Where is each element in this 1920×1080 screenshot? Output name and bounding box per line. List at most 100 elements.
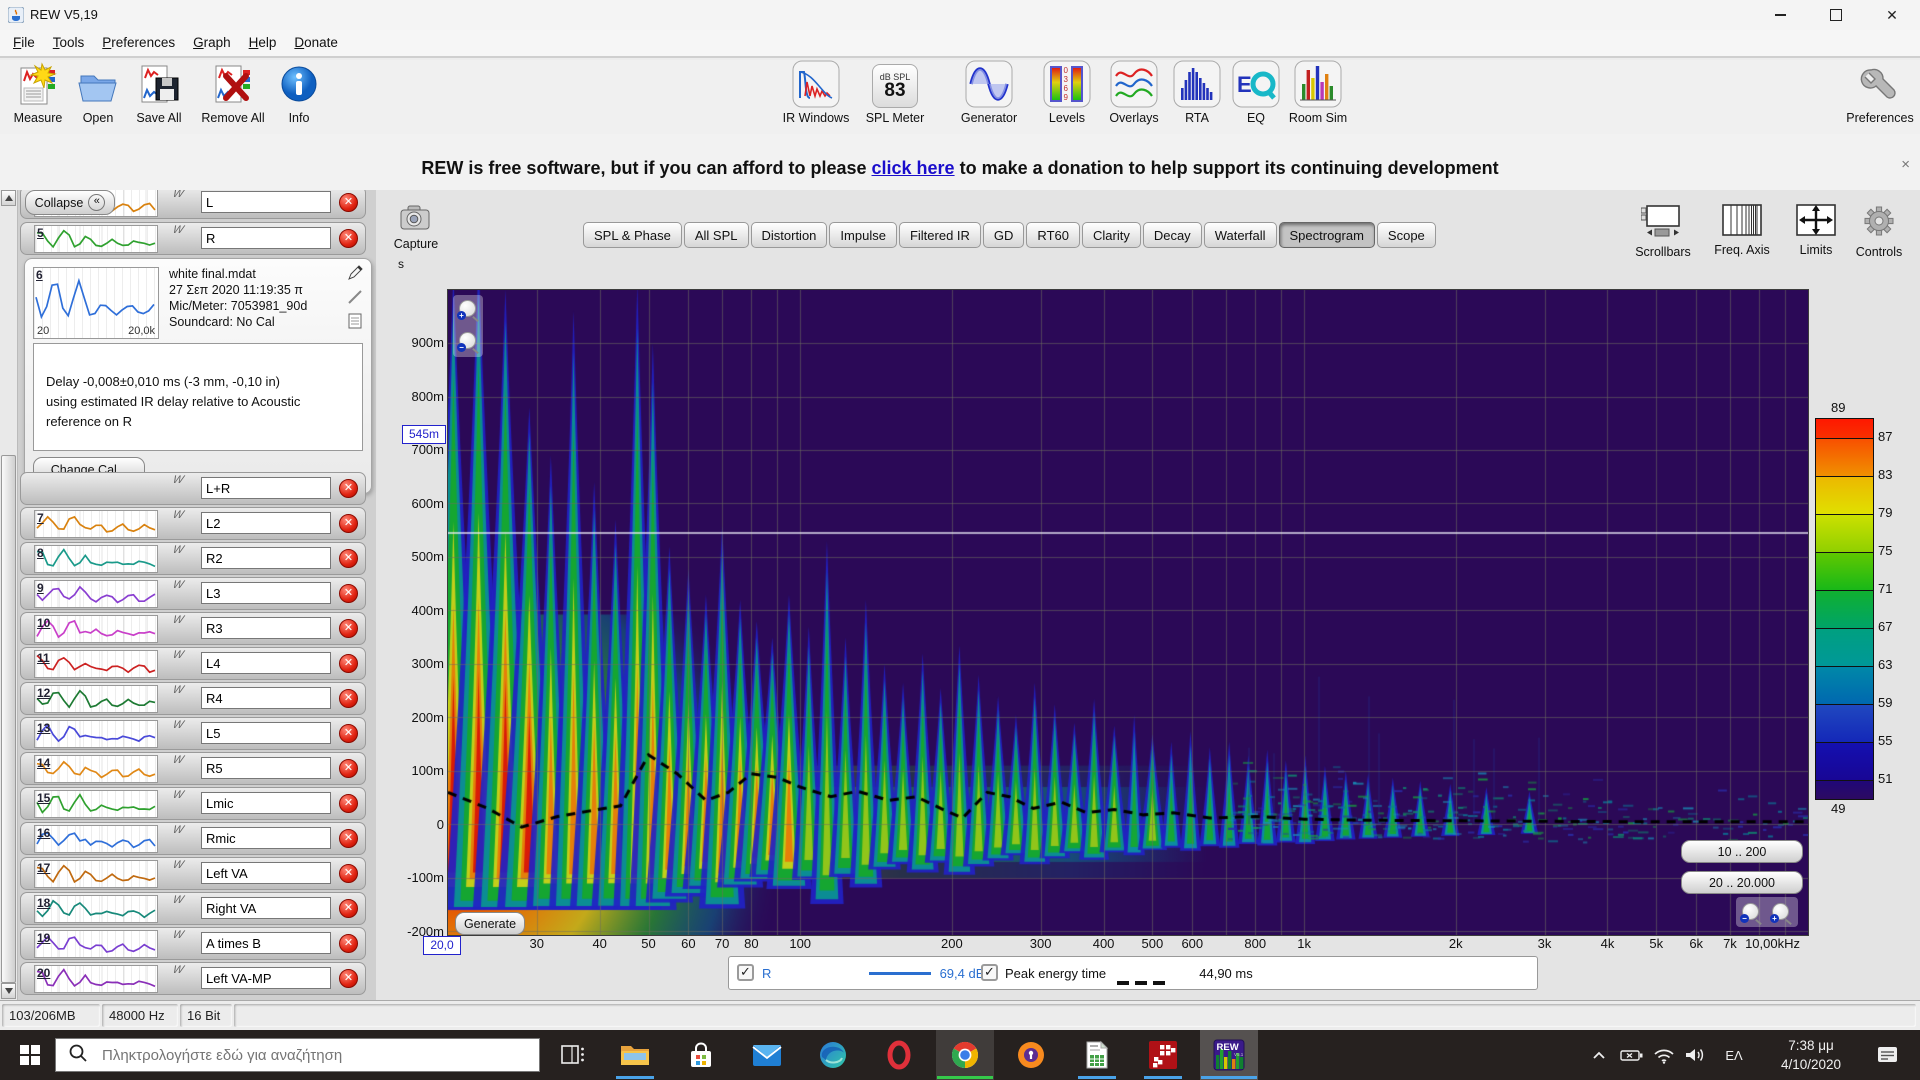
measurement-name-field[interactable] xyxy=(201,792,331,814)
r-trace-checkbox[interactable]: ✓ xyxy=(737,964,754,981)
measurement-thumbnail[interactable]: 12 xyxy=(34,685,158,713)
tab-waterfall[interactable]: Waterfall xyxy=(1203,222,1277,248)
tab-filtered-ir[interactable]: Filtered IR xyxy=(898,222,981,248)
delete-measurement-icon[interactable]: ✕ xyxy=(339,654,358,673)
toolbar-room-sim-button[interactable]: Room Sim xyxy=(1282,60,1354,125)
measurement-row-l2[interactable]: 7 W ✕ xyxy=(20,507,366,540)
measurement-row-left-va-mp[interactable]: 20 W ✕ xyxy=(20,962,366,995)
generate-button[interactable]: Generate xyxy=(455,912,525,935)
measurement-row-right-va[interactable]: 18 W ✕ xyxy=(20,892,366,925)
measurement-name-field[interactable] xyxy=(201,757,331,779)
menu-graph[interactable]: Graph xyxy=(184,31,240,55)
measurement-name-field[interactable] xyxy=(201,227,331,249)
capture-camera-icon[interactable] xyxy=(376,204,456,237)
measurement-name-field[interactable] xyxy=(201,191,331,213)
measurement-thumbnail[interactable]: 17 xyxy=(34,860,158,888)
delete-measurement-icon[interactable]: ✕ xyxy=(339,229,358,248)
freq-axis-button[interactable]: Freq. Axis xyxy=(1705,204,1779,257)
sidebar-scrollbar[interactable] xyxy=(0,190,18,1000)
capture-group[interactable]: Capture s xyxy=(376,204,456,271)
tab-gd[interactable]: GD xyxy=(982,222,1025,248)
close-button[interactable]: ✕ xyxy=(1864,0,1920,30)
toolbar-rta-button[interactable]: RTA xyxy=(1172,60,1222,125)
delete-measurement-icon[interactable]: ✕ xyxy=(339,864,358,883)
delete-measurement-icon[interactable]: ✕ xyxy=(339,829,358,848)
delete-measurement-icon[interactable]: ✕ xyxy=(339,514,358,533)
measurement-row-r[interactable]: 5 W ✕ xyxy=(20,222,366,255)
tab-scope[interactable]: Scope xyxy=(1376,222,1436,248)
measurement-number[interactable]: 6 xyxy=(36,268,43,282)
delete-measurement-icon[interactable]: ✕ xyxy=(339,549,358,568)
chrome-icon[interactable] xyxy=(936,1030,994,1080)
measurement-name-field[interactable] xyxy=(201,967,331,989)
delete-measurement-icon[interactable]: ✕ xyxy=(339,193,358,212)
measurement-thumbnail[interactable]: 5 xyxy=(34,225,158,253)
delete-measurement-icon[interactable]: ✕ xyxy=(339,969,358,988)
toolbar-measure-button[interactable]: Measure xyxy=(10,62,66,125)
limits-button[interactable]: Limits xyxy=(1788,204,1844,257)
speaker-icon[interactable] xyxy=(1680,1030,1712,1080)
edge-icon[interactable] xyxy=(804,1030,862,1080)
measurement-thumbnail[interactable]: 11 xyxy=(34,650,158,678)
measurement-name-field[interactable] xyxy=(201,862,331,884)
measurement-row-r2[interactable]: 8 W ✕ xyxy=(20,542,366,575)
measurement-thumbnail[interactable]: 20 xyxy=(34,965,158,993)
avast-icon[interactable] xyxy=(1002,1030,1060,1080)
delete-measurement-icon[interactable]: ✕ xyxy=(339,724,358,743)
tab-spl-phase[interactable]: SPL & Phase xyxy=(583,222,682,248)
measurement-thumbnail[interactable]: 8 xyxy=(34,545,158,573)
toolbar-eq-button[interactable]: E EQ xyxy=(1232,60,1280,125)
language-indicator[interactable]: ΕΛ xyxy=(1716,1030,1752,1080)
measurement-notes-icon[interactable] xyxy=(347,313,363,334)
measurement-row-r4[interactable]: 12 W ✕ xyxy=(20,682,366,715)
measurement-name-field[interactable] xyxy=(201,477,331,499)
menu-preferences[interactable]: Preferences xyxy=(93,31,184,55)
measurement-name-field[interactable] xyxy=(201,932,331,954)
toolbar-overlays-button[interactable]: Overlays xyxy=(1100,60,1168,125)
tab-clarity[interactable]: Clarity xyxy=(1081,222,1141,248)
scroll-down-button[interactable] xyxy=(1,983,16,999)
tab-spectrogram[interactable]: Spectrogram xyxy=(1278,222,1375,248)
measurement-name-field[interactable] xyxy=(201,547,331,569)
measurement-thumbnail[interactable]: 7 xyxy=(34,510,158,538)
minimize-button[interactable] xyxy=(1752,0,1808,30)
measurement-row-a-times-b[interactable]: 19 W ✕ xyxy=(20,927,366,960)
controls-button[interactable]: Controls xyxy=(1848,204,1910,259)
menu-file[interactable]: File xyxy=(4,31,44,55)
taskbar-search-box[interactable] xyxy=(55,1038,540,1072)
toolbar-ir-windows-button[interactable]: IR Windows xyxy=(778,60,854,125)
libreoffice-icon[interactable] xyxy=(1068,1030,1126,1080)
measurement-name-field[interactable] xyxy=(201,652,331,674)
delete-measurement-icon[interactable]: ✕ xyxy=(339,899,358,918)
tab-decay[interactable]: Decay xyxy=(1142,222,1202,248)
measurement-name-field[interactable] xyxy=(201,582,331,604)
scroll-up-button[interactable] xyxy=(1,190,16,206)
delete-measurement-icon[interactable]: ✕ xyxy=(339,584,358,603)
measurement-thumbnail[interactable]: 10 xyxy=(34,615,158,643)
freq-range-button[interactable]: 20 .. 20.000 xyxy=(1681,871,1803,894)
measurement-thumbnail[interactable]: 18 xyxy=(34,895,158,923)
delete-measurement-icon[interactable]: ✕ xyxy=(339,619,358,638)
tab-rt60[interactable]: RT60 xyxy=(1026,222,1080,248)
menu-tools[interactable]: Tools xyxy=(44,31,94,55)
trim-ir-icon[interactable] xyxy=(347,289,363,310)
measurement-row-r5[interactable]: 14 W ✕ xyxy=(20,752,366,785)
toolbar-info-button[interactable]: Info xyxy=(276,62,322,125)
taskbar-clock[interactable]: 7:38 μμ 4/10/2020 xyxy=(1766,1036,1856,1074)
file-explorer-icon[interactable] xyxy=(606,1030,664,1080)
measurement-thumbnail[interactable]: 6 20 20,0k xyxy=(33,267,159,339)
maximize-button[interactable] xyxy=(1808,0,1864,30)
measurement-row-l5[interactable]: 13 W ✕ xyxy=(20,717,366,750)
delete-measurement-icon[interactable]: ✕ xyxy=(339,479,358,498)
measurement-row-r3[interactable]: 10 W ✕ xyxy=(20,612,366,645)
red-grid-app-icon[interactable] xyxy=(1134,1030,1192,1080)
measurement-name-field[interactable] xyxy=(201,897,331,919)
scrollbars-button[interactable]: Scrollbars xyxy=(1625,204,1701,259)
measurement-name-field[interactable] xyxy=(201,512,331,534)
scrollbar-thumb[interactable] xyxy=(1,455,16,983)
zoom-in-time-icon[interactable]: + xyxy=(457,300,479,323)
measurement-row-l+r[interactable]: W✕ xyxy=(20,472,366,505)
toolbar-remove-all-button[interactable]: Remove All xyxy=(196,62,270,125)
zoom-in-freq-icon[interactable]: + xyxy=(1770,903,1792,926)
delete-measurement-icon[interactable]: ✕ xyxy=(339,934,358,953)
